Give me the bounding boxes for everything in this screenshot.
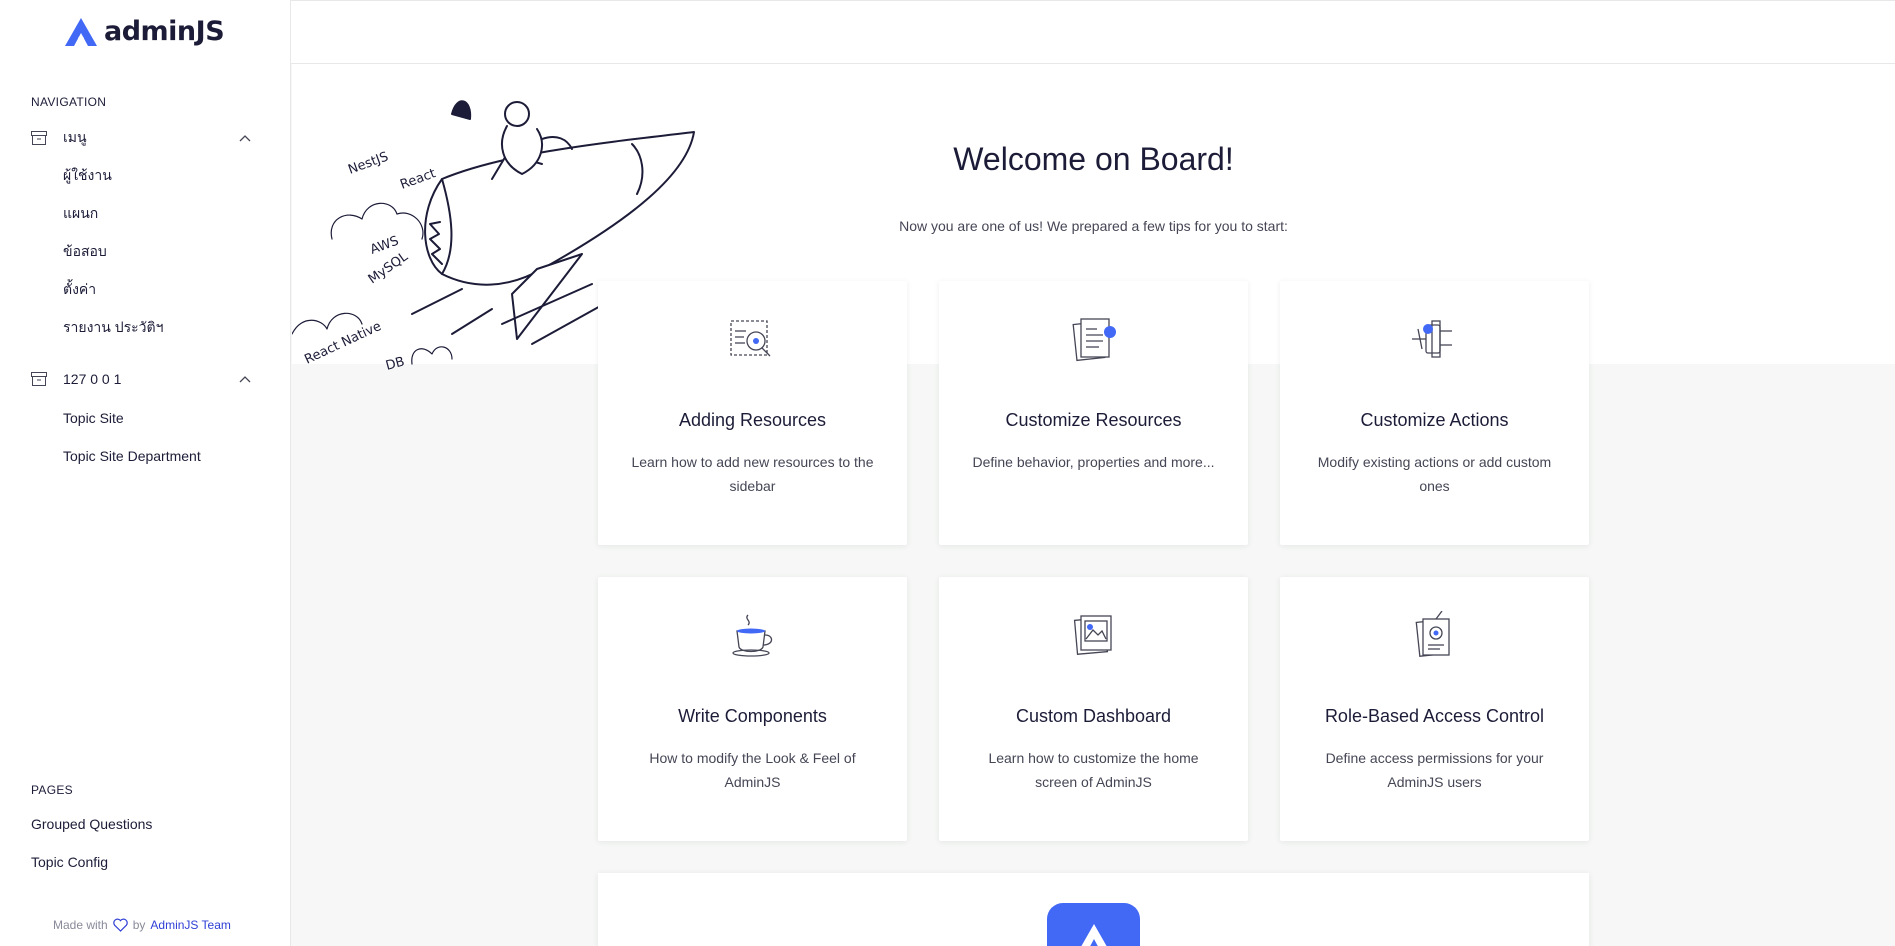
card-write-components[interactable]: Write Components How to modify the Look …: [598, 577, 907, 841]
logo-text: adminJS: [104, 16, 225, 47]
sidebar-item-department[interactable]: แผนก: [63, 203, 98, 225]
welcome-title: Welcome on Board!: [953, 141, 1234, 177]
card-adding-resources[interactable]: Adding Resources Learn how to add new re…: [598, 281, 907, 545]
sidebar-item-topic-site-department[interactable]: Topic Site Department: [63, 448, 201, 464]
archive-icon: [31, 372, 47, 386]
sidebar-item-history-report[interactable]: รายงาน ประวัติฯ: [63, 317, 163, 339]
card-title: Custom Dashboard: [1015, 706, 1172, 726]
logo[interactable]: adminJS: [64, 16, 225, 47]
page-item-topic-config[interactable]: Topic Config: [31, 854, 108, 870]
card-description: How to modify the Look & Feel of AdminJS: [649, 750, 856, 790]
top-bar: [291, 0, 1895, 64]
chevron-up-icon: [239, 135, 251, 142]
card-title: Customize Resources: [1005, 410, 1182, 430]
card-custom-dashboard[interactable]: Custom Dashboard Learn how to customize …: [939, 577, 1248, 841]
coffee-cup-icon: [732, 614, 773, 657]
nav-group-label: 127 0 0 1: [63, 371, 122, 387]
illustration-label: DB: [384, 354, 406, 373]
heart-icon: [112, 918, 128, 932]
archive-icon: [31, 131, 47, 145]
card-description: Learn how to customize the home screen o…: [988, 750, 1199, 790]
by-text: by: [132, 918, 146, 932]
sidebar-item-settings[interactable]: ตั้งค่า: [63, 279, 96, 301]
made-with-footer: Made with by AdminJS Team: [53, 918, 231, 932]
made-with-text: Made with: [53, 918, 108, 932]
card-title: Role-Based Access Control: [1324, 706, 1545, 726]
sidebar: adminJS NAVIGATION เมนู ผู้ใช้งาน แผนก ข…: [0, 0, 291, 946]
nav-group-label: เมนู: [63, 129, 87, 145]
nav-group-menu[interactable]: เมนู: [31, 127, 251, 149]
pages-title: PAGES: [31, 783, 73, 797]
card-title: Write Components: [678, 706, 827, 726]
page-item-grouped-questions[interactable]: Grouped Questions: [31, 816, 152, 832]
documents-icon: [1072, 318, 1116, 362]
sidebar-item-users[interactable]: ผู้ใช้งาน: [63, 165, 112, 187]
navigation-title: NAVIGATION: [31, 95, 107, 109]
photo-frames-icon: [1073, 615, 1112, 655]
chevron-up-icon: [239, 376, 251, 383]
welcome-subtitle: Now you are one of us! We prepared a few…: [899, 218, 1288, 234]
illustration-label: React Native: [302, 319, 383, 368]
card-customize-actions[interactable]: Customize Actions Modify existing action…: [1280, 281, 1589, 545]
adminjs-logo-icon: [65, 17, 97, 46]
adminjs-team-link[interactable]: AdminJS Team: [150, 918, 230, 932]
card-title: Customize Actions: [1360, 410, 1509, 430]
plug-icon: [1412, 320, 1452, 358]
sidebar-item-exam[interactable]: ข้อสอบ: [63, 241, 107, 263]
magnifier-document-icon: [730, 320, 771, 357]
card-description: Learn how to add new resources to the si…: [631, 454, 874, 494]
id-badge-icon: [1415, 611, 1450, 657]
card-description: Define behavior, properties and more...: [972, 454, 1215, 470]
card-title: Adding Resources: [678, 410, 827, 430]
adminjs-logo-icon: [1081, 924, 1107, 946]
sidebar-item-topic-site[interactable]: Topic Site: [63, 410, 124, 426]
card-customize-resources[interactable]: Customize Resources Define behavior, pro…: [939, 281, 1248, 545]
nav-group-localhost[interactable]: 127 0 0 1: [31, 371, 251, 387]
card-description: Define access permissions for your Admin…: [1325, 750, 1544, 790]
adminjs-logo-tile: [1047, 903, 1140, 946]
community-card: [598, 873, 1589, 946]
card-description: Modify existing actions or add custom on…: [1317, 454, 1552, 494]
card-role-based-access-control[interactable]: Role-Based Access Control Define access …: [1280, 577, 1589, 841]
